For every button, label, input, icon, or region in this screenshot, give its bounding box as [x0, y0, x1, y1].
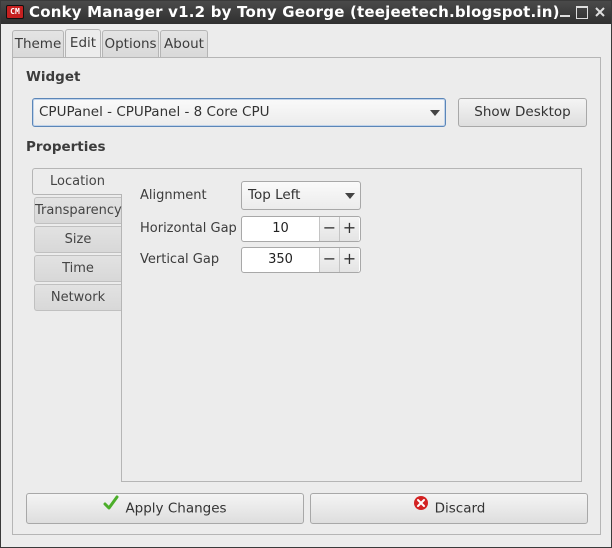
prop-tab-network[interactable]: Network: [34, 284, 121, 311]
properties-section-label: Properties: [26, 139, 106, 155]
prop-tab-size[interactable]: Size: [34, 226, 121, 253]
app-window: CM Conky Manager v1.2 by Tony George (te…: [0, 0, 612, 548]
tab-theme[interactable]: Theme: [12, 30, 64, 57]
widget-section-label: Widget: [26, 69, 81, 85]
tab-edit[interactable]: Edit: [65, 29, 101, 57]
discard-button[interactable]: Discard: [310, 493, 588, 524]
alignment-label: Alignment: [140, 188, 207, 203]
vertical-gap-decrement-button[interactable]: −: [319, 248, 339, 272]
vertical-gap-spinner: 350 − +: [241, 247, 361, 273]
show-desktop-button[interactable]: Show Desktop: [458, 98, 587, 127]
prop-tab-transparency[interactable]: Transparency: [34, 197, 122, 224]
maximize-icon[interactable]: [575, 5, 589, 19]
alignment-select-value: Top Left: [248, 187, 301, 203]
prop-tab-location[interactable]: Location: [32, 168, 122, 195]
checkmark-icon: [103, 493, 119, 522]
horizontal-gap-decrement-button[interactable]: −: [319, 217, 339, 241]
alignment-select[interactable]: Top Left: [241, 181, 361, 210]
window-title: Conky Manager v1.2 by Tony George (teeje…: [29, 3, 560, 21]
vertical-gap-input[interactable]: 350: [242, 248, 319, 272]
minimize-icon[interactable]: [558, 5, 572, 19]
horizontal-gap-label: Horizontal Gap: [140, 221, 237, 236]
vertical-gap-label: Vertical Gap: [140, 252, 220, 267]
prop-tab-time[interactable]: Time: [34, 255, 121, 282]
app-icon: CM: [6, 5, 24, 19]
widget-select[interactable]: CPUPanel - CPUPanel - 8 Core CPU: [32, 98, 446, 127]
apply-changes-label: Apply Changes: [125, 500, 227, 517]
dropdown-arrow-icon: [430, 109, 440, 116]
dropdown-arrow-icon: [345, 192, 355, 199]
horizontal-gap-spinner: 10 − +: [241, 216, 361, 242]
title-bar[interactable]: CM Conky Manager v1.2 by Tony George (te…: [1, 1, 611, 24]
widget-select-value: CPUPanel - CPUPanel - 8 Core CPU: [39, 104, 270, 120]
tab-about[interactable]: About: [160, 30, 208, 57]
horizontal-gap-input[interactable]: 10: [242, 217, 319, 241]
horizontal-gap-increment-button[interactable]: +: [339, 217, 359, 241]
vertical-gap-increment-button[interactable]: +: [339, 248, 359, 272]
tab-options[interactable]: Options: [102, 30, 159, 57]
apply-changes-button[interactable]: Apply Changes: [26, 493, 304, 524]
close-icon[interactable]: [593, 5, 607, 19]
discard-label: Discard: [434, 500, 486, 517]
cancel-icon: [413, 493, 429, 522]
